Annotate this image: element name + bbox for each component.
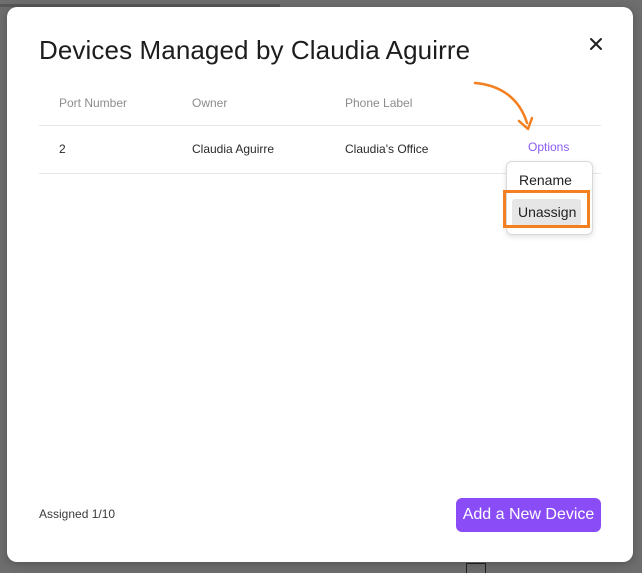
close-icon[interactable] [585, 33, 607, 55]
cell-port-number: 2 [59, 142, 66, 156]
column-header-owner: Owner [192, 96, 228, 110]
annotation-highlight-box [503, 190, 590, 228]
cell-phone-label: Claudia's Office [345, 142, 429, 156]
cell-owner: Claudia Aguirre [192, 142, 275, 156]
add-device-button[interactable]: Add a New Device [456, 498, 601, 532]
assigned-count: Assigned 1/10 [39, 507, 116, 521]
devices-modal: Devices Managed by Claudia Aguirre Port … [7, 7, 633, 562]
column-header-phone-label: Phone Label [345, 96, 413, 110]
modal-title: Devices Managed by Claudia Aguirre [39, 35, 471, 65]
column-header-port-number: Port Number [59, 96, 128, 110]
menu-item-rename[interactable]: Rename [507, 172, 604, 188]
background-fragment [466, 563, 486, 573]
curved-arrow-icon [467, 79, 537, 144]
